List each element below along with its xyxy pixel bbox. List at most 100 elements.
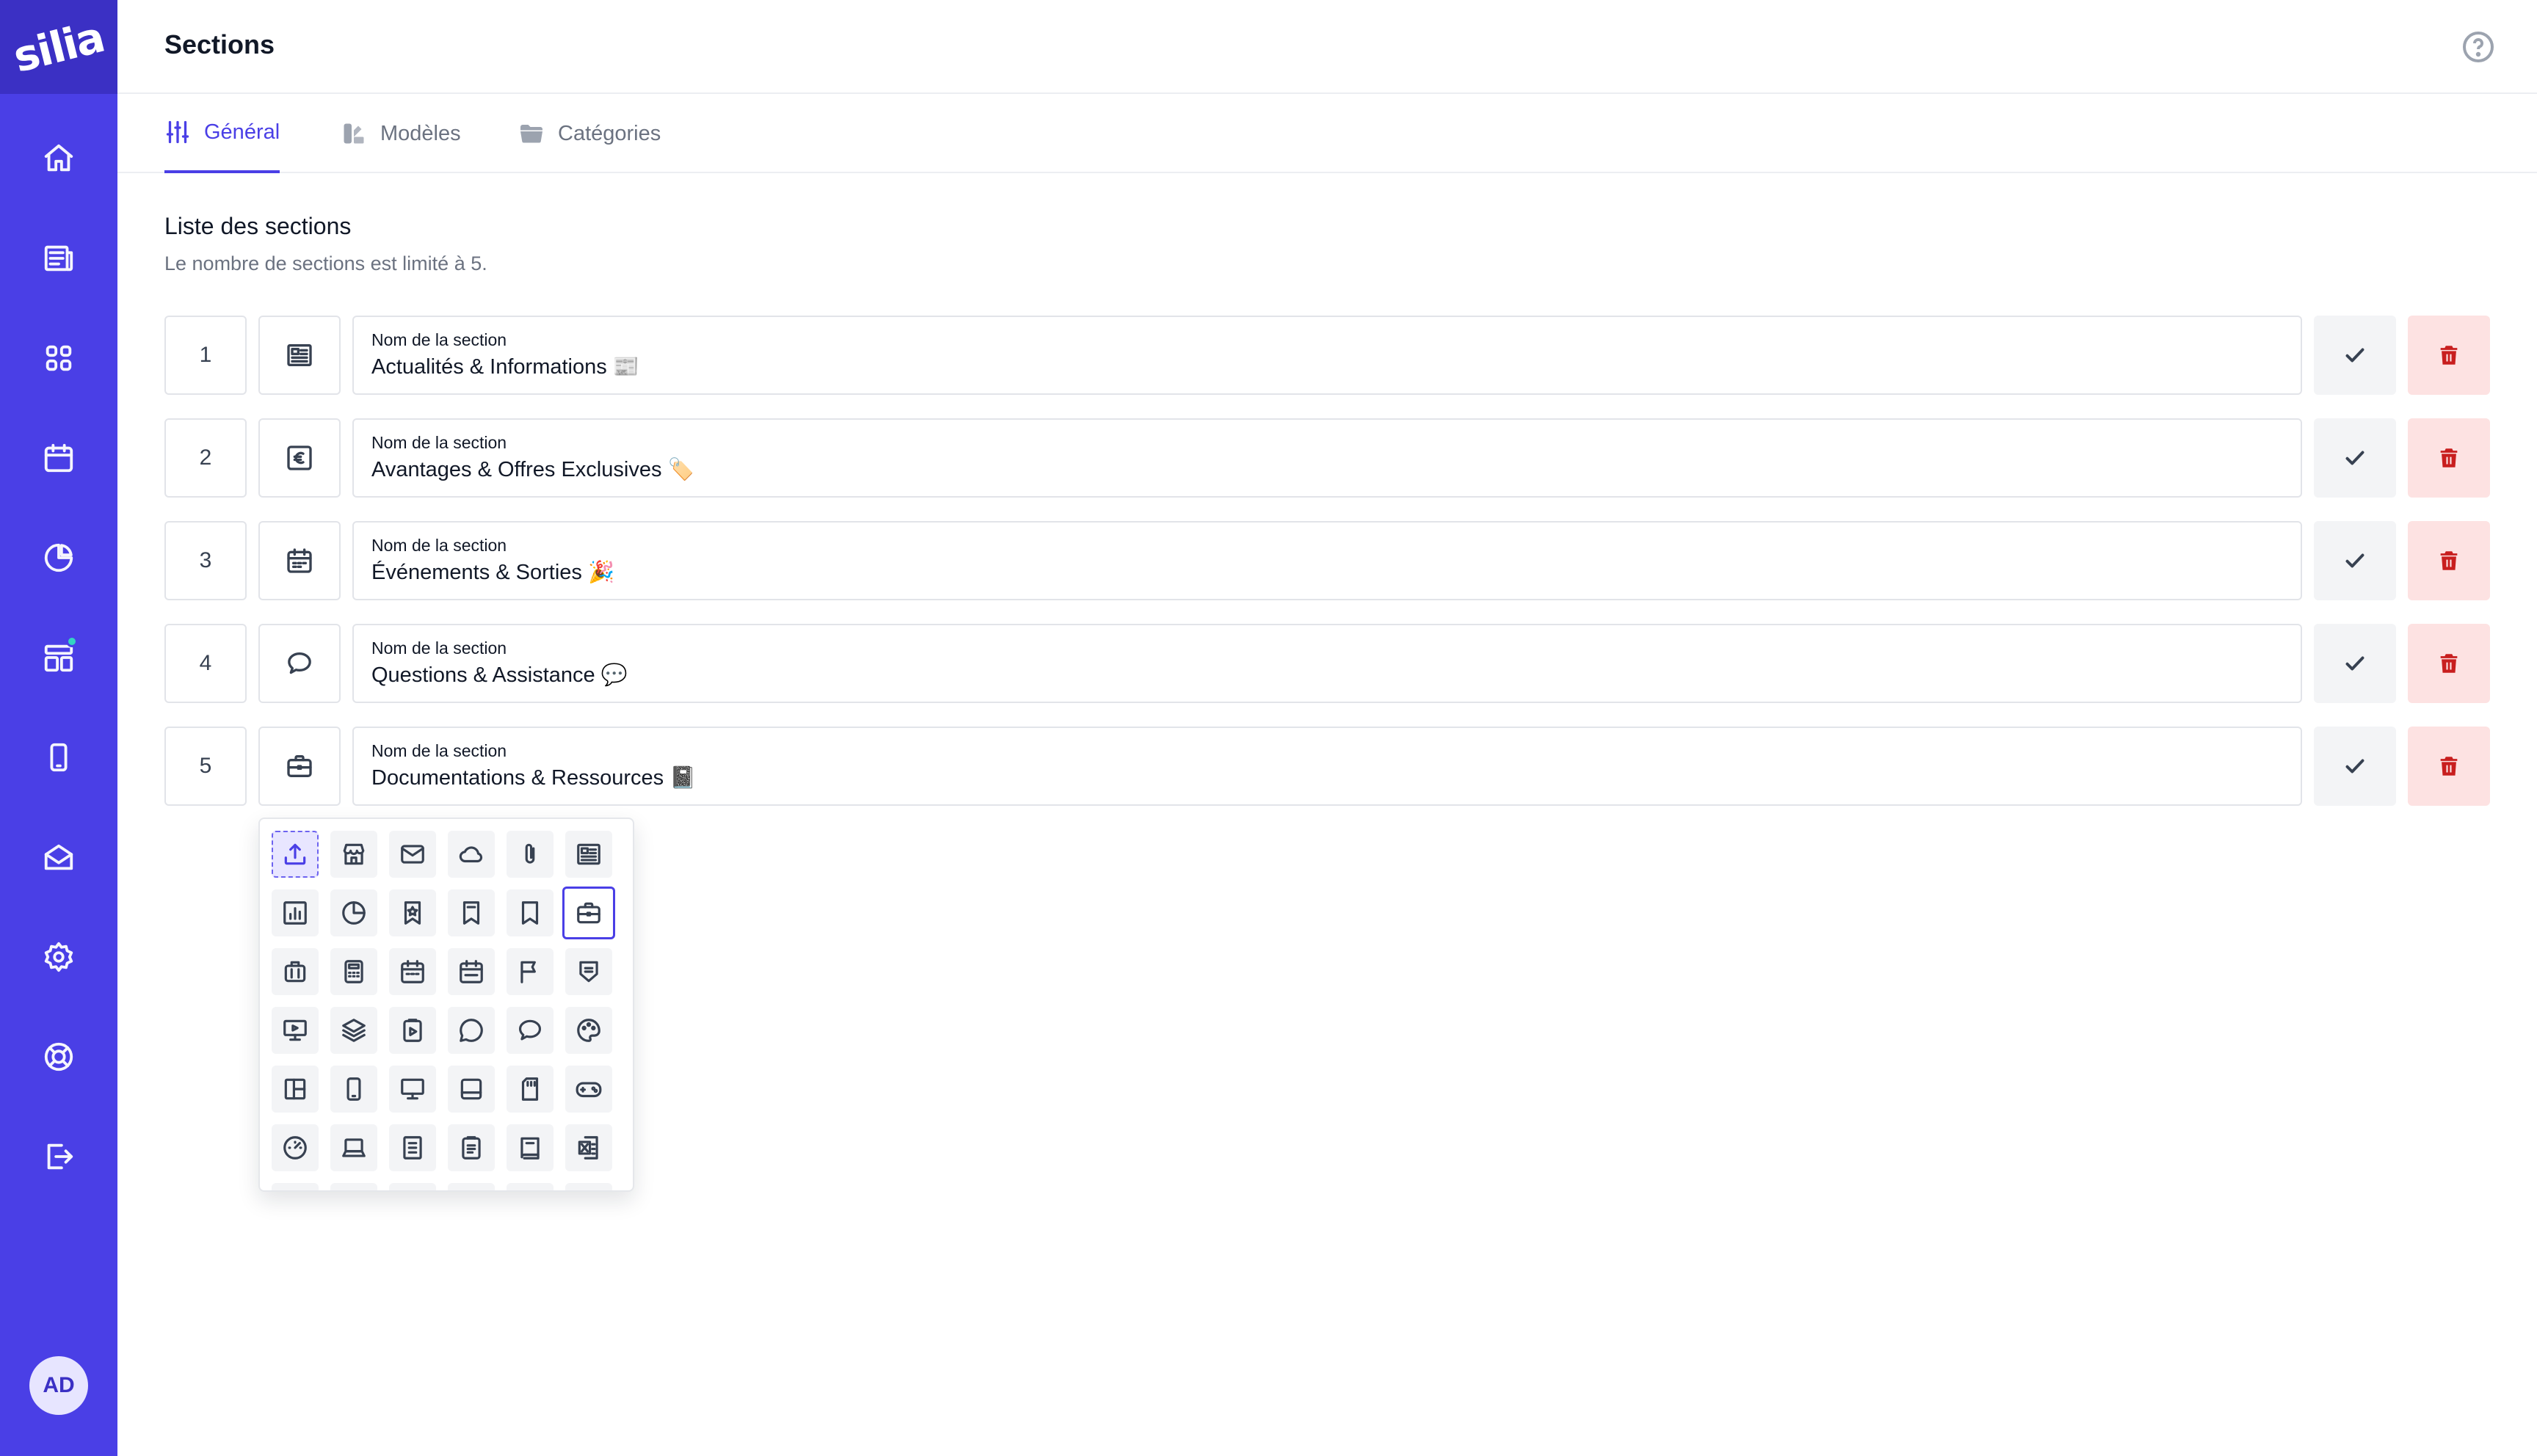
section-list-title: Liste des sections <box>164 213 352 239</box>
delete-button[interactable] <box>2408 624 2490 703</box>
upload-icon[interactable] <box>272 831 319 878</box>
layers-icon[interactable] <box>330 1007 377 1054</box>
field-label: Nom de la section <box>371 741 507 760</box>
section-row: 5 Nom de la section Documentations & Res… <box>164 727 2490 806</box>
chat-bubble-icon[interactable] <box>507 1007 554 1054</box>
luggage-icon[interactable] <box>272 948 319 995</box>
section-icon-button[interactable] <box>258 521 341 600</box>
confirm-button[interactable] <box>2314 418 2396 498</box>
section-row: 2 Nom de la section Avantages & Offres E… <box>164 418 2490 498</box>
tab-categories[interactable]: Catégories <box>518 94 661 173</box>
section-icon-button[interactable] <box>258 624 341 703</box>
section-number: 2 <box>164 418 247 498</box>
logo-text: silia <box>8 12 109 82</box>
mail-icon[interactable] <box>389 831 436 878</box>
gauge-icon[interactable] <box>272 1124 319 1171</box>
store-icon[interactable] <box>330 831 377 878</box>
trash-icon <box>2440 448 2458 467</box>
book-icon[interactable] <box>507 1124 554 1171</box>
lifebuoy-icon[interactable] <box>35 1033 82 1080</box>
bar-chart-icon[interactable] <box>272 889 319 936</box>
bookmarks-icon[interactable] <box>448 889 495 936</box>
pie-chart-icon[interactable] <box>330 889 377 936</box>
news-icon[interactable] <box>35 235 82 282</box>
delete-button[interactable] <box>2408 521 2490 600</box>
palette-icon[interactable] <box>565 1007 612 1054</box>
briefcase-icon <box>287 755 312 777</box>
presentation-icon[interactable] <box>272 1007 319 1054</box>
pie-chart-icon[interactable] <box>35 534 82 581</box>
calendar-icon[interactable] <box>35 434 82 481</box>
confirm-button[interactable] <box>2314 624 2396 703</box>
tab-modeles[interactable]: Modèles <box>341 94 461 173</box>
euro-icon <box>287 445 312 470</box>
chat-circle-icon[interactable] <box>448 1007 495 1054</box>
field-label: Nom de la section <box>371 433 507 452</box>
avatar[interactable]: AD <box>29 1356 88 1415</box>
section-name-field[interactable]: Nom de la section Questions & Assistance… <box>352 624 2302 703</box>
smartphone-icon[interactable] <box>330 1066 377 1113</box>
section-icon-button[interactable] <box>258 316 341 395</box>
logout-icon[interactable] <box>35 1133 82 1180</box>
newspaper-icon[interactable] <box>565 831 612 878</box>
cloud-icon[interactable] <box>448 831 495 878</box>
section-name-field[interactable]: Nom de la section Avantages & Offres Exc… <box>352 418 2302 498</box>
layout-panel-icon[interactable] <box>272 1066 319 1113</box>
field-label: Nom de la section <box>371 536 507 555</box>
layout-icon[interactable] <box>35 634 82 681</box>
bookmark-icon[interactable] <box>507 889 554 936</box>
confirm-button[interactable] <box>2314 521 2396 600</box>
partial-icon-slot <box>507 1183 554 1190</box>
section-icon-button[interactable] <box>258 418 341 498</box>
calendar-range-icon[interactable] <box>448 948 495 995</box>
tab-label: Catégories <box>558 121 661 145</box>
delete-button[interactable] <box>2408 727 2490 806</box>
tablet-icon[interactable] <box>448 1066 495 1113</box>
partial-icon-slot <box>565 1183 612 1190</box>
shield-list-icon[interactable] <box>565 948 612 995</box>
excel-file-icon[interactable] <box>565 1124 612 1171</box>
section-row: 1 Nom de la section Actualités & Informa… <box>164 316 2490 395</box>
section-row: 4 Nom de la section Questions & Assistan… <box>164 624 2490 703</box>
confirm-button[interactable] <box>2314 316 2396 395</box>
section-name-value: Documentations & Ressources 📓 <box>371 766 697 790</box>
home-icon[interactable] <box>35 135 82 182</box>
app-logo[interactable]: silia <box>0 0 117 94</box>
section-list-subtitle: Le nombre de sections est limité à 5. <box>164 252 487 274</box>
briefcase-icon[interactable] <box>562 887 615 939</box>
newspaper-icon <box>287 344 312 366</box>
partial-icon-slot <box>389 1183 436 1190</box>
palette-icon <box>344 123 364 144</box>
calculator-icon[interactable] <box>330 948 377 995</box>
tab-general[interactable]: Général <box>164 94 280 173</box>
gear-icon[interactable] <box>35 933 82 980</box>
section-icon-button[interactable] <box>258 727 341 806</box>
delete-button[interactable] <box>2408 418 2490 498</box>
field-label: Nom de la section <box>371 330 507 349</box>
section-name-field[interactable]: Nom de la section Événements & Sorties 🎉 <box>352 521 2302 600</box>
section-name-field[interactable]: Nom de la section Actualités & Informati… <box>352 316 2302 395</box>
gamepad-icon[interactable] <box>565 1066 612 1113</box>
delete-button[interactable] <box>2408 316 2490 395</box>
laptop-icon[interactable] <box>330 1124 377 1171</box>
flag-icon[interactable] <box>507 948 554 995</box>
check-icon <box>2345 553 2364 568</box>
section-name-value: Actualités & Informations 📰 <box>371 355 639 379</box>
partial-icon-slot <box>330 1183 377 1190</box>
clipboard-play-icon[interactable] <box>389 1007 436 1054</box>
mail-icon[interactable] <box>35 834 82 881</box>
bookmark-star-icon[interactable] <box>389 889 436 936</box>
paperclip-icon[interactable] <box>507 831 554 878</box>
monitor-icon[interactable] <box>389 1066 436 1113</box>
trash-icon <box>2440 654 2458 673</box>
document-icon[interactable] <box>389 1124 436 1171</box>
phone-icon[interactable] <box>35 734 82 781</box>
trash-icon <box>2440 757 2458 776</box>
section-name-field[interactable]: Nom de la section Documentations & Resso… <box>352 727 2302 806</box>
sd-card-icon[interactable] <box>507 1066 554 1113</box>
help-circle-icon[interactable] <box>2461 29 2496 65</box>
grid-icon[interactable] <box>35 335 82 382</box>
clipboard-list-icon[interactable] <box>448 1124 495 1171</box>
confirm-button[interactable] <box>2314 727 2396 806</box>
calendar-icon[interactable] <box>389 948 436 995</box>
